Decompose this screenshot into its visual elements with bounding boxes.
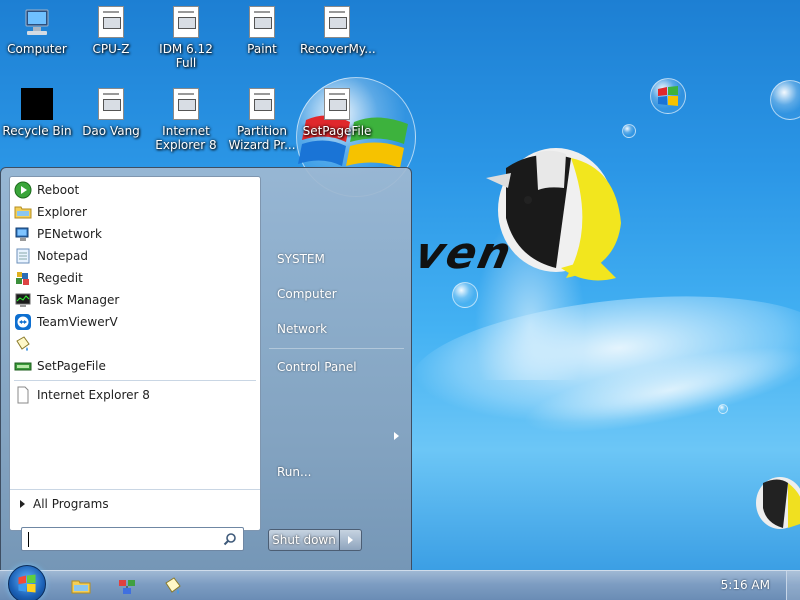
desktop-icon-recycle-bin[interactable]: Recycle Bin — [0, 88, 74, 138]
notepad-icon — [16, 248, 30, 264]
windows-logo-icon — [18, 574, 36, 593]
small-fish-illustration — [756, 477, 800, 529]
desktop-icon-cpu-z[interactable]: CPU-Z — [74, 6, 148, 56]
start-item-label: Reboot — [37, 183, 80, 197]
start-item-task-manager[interactable]: Task Manager — [10, 289, 260, 311]
regedit-icon — [16, 272, 29, 285]
start-right-system[interactable]: SYSTEM — [277, 252, 325, 266]
file-icon — [95, 88, 127, 120]
bubble-decoration — [452, 282, 478, 308]
all-programs-button[interactable]: All Programs — [10, 489, 260, 517]
chevron-right-icon[interactable] — [394, 432, 399, 440]
show-desktop-button[interactable] — [786, 571, 800, 600]
paint-bucket-icon — [16, 336, 30, 351]
desktop-icon-setpagefile[interactable]: SetPageFile — [300, 88, 374, 138]
teamviewer-icon — [15, 314, 31, 330]
desktop-icon-label: Computer — [7, 42, 67, 56]
start-item-label: SetPageFile — [37, 359, 106, 373]
file-icon — [170, 88, 202, 120]
start-menu: Reboot Explorer PENetwork Notepad Regedi… — [0, 167, 412, 571]
desktop-icon-label: CPU-Z — [92, 42, 130, 56]
start-item-paint-bucket[interactable] — [10, 333, 260, 355]
start-item-penetwork[interactable]: PENetwork — [10, 223, 260, 245]
all-programs-label: All Programs — [33, 496, 109, 511]
start-item-teamviewer[interactable]: TeamViewerV — [10, 311, 260, 333]
start-item-regedit[interactable]: Regedit — [10, 267, 260, 289]
desktop-icon-dao-vang[interactable]: Dao Vang — [74, 88, 148, 138]
start-item-label: TeamViewerV — [37, 315, 118, 329]
paint-bucket-icon[interactable] — [163, 576, 183, 596]
desktop-icon-computer[interactable]: Computer — [0, 6, 74, 56]
start-item-label: Regedit — [37, 271, 83, 285]
desktop-icon-label: Paint — [247, 42, 277, 56]
start-right-computer[interactable]: Computer — [277, 287, 337, 301]
start-item-notepad[interactable]: Notepad — [10, 245, 260, 267]
desktop-icon-idm[interactable]: IDM 6.12 Full — [149, 6, 223, 70]
file-icon — [321, 88, 353, 120]
desktop-icon-paint[interactable]: Paint — [225, 6, 299, 56]
file-icon — [17, 386, 29, 404]
desktop-icon-internet-explorer[interactable]: Internet Explorer 8 — [149, 88, 223, 152]
start-item-explorer[interactable]: Explorer — [10, 201, 260, 223]
shutdown-options-chevron-icon[interactable] — [340, 529, 362, 551]
desktop-icon-label: Internet Explorer 8 — [155, 124, 217, 152]
desktop-icon-label: Recycle Bin — [2, 124, 72, 138]
taskbar: 5:16 AM — [0, 565, 800, 600]
computer-icon — [21, 6, 53, 38]
taskbar-clock[interactable]: 5:16 AM — [721, 578, 770, 592]
bubble-decoration — [622, 124, 636, 138]
start-search-input[interactable] — [21, 527, 244, 551]
recycle-bin-icon — [21, 88, 53, 120]
start-right-run[interactable]: Run... — [277, 465, 311, 479]
desktop-icon-label: IDM 6.12 Full — [159, 42, 213, 70]
file-icon — [170, 6, 202, 38]
windows-logo-icon — [658, 86, 678, 106]
bubble-decoration — [770, 80, 800, 120]
file-icon — [95, 6, 127, 38]
desktop-icon-label: RecoverMy... — [300, 42, 376, 56]
divider — [269, 348, 404, 349]
start-right-network[interactable]: Network — [277, 322, 327, 336]
folder-icon[interactable] — [71, 576, 91, 596]
file-icon — [246, 6, 278, 38]
shutdown-control: Shut down — [268, 529, 362, 551]
start-menu-programs-pane: Reboot Explorer PENetwork Notepad Regedi… — [9, 176, 261, 531]
start-item-label: Internet Explorer 8 — [37, 388, 150, 402]
desktop-icon-partition-wizard[interactable]: Partition Wizard Pr... — [225, 88, 299, 152]
search-icon[interactable] — [223, 532, 237, 546]
start-item-label: Task Manager — [37, 293, 120, 307]
desktop-icon-recovermy[interactable]: RecoverMy... — [300, 6, 376, 56]
start-button[interactable] — [8, 565, 46, 600]
desktop-icon-label: Partition Wizard Pr... — [228, 124, 296, 152]
reboot-icon — [14, 181, 32, 199]
start-item-reboot[interactable]: Reboot — [10, 179, 260, 201]
start-item-internet-explorer[interactable]: Internet Explorer 8 — [10, 384, 260, 406]
fish-illustration — [486, 148, 621, 281]
chevron-right-icon — [20, 499, 25, 508]
text-cursor — [28, 532, 29, 547]
start-right-control-panel[interactable]: Control Panel — [277, 360, 357, 374]
bubble-decoration — [718, 404, 728, 414]
task-manager-icon — [15, 293, 31, 307]
file-icon — [321, 6, 353, 38]
start-item-label: PENetwork — [37, 227, 102, 241]
shutdown-button[interactable]: Shut down — [268, 529, 340, 551]
folder-icon — [14, 206, 32, 219]
setpagefile-icon — [14, 362, 32, 371]
file-icon — [246, 88, 278, 120]
start-item-label: Notepad — [37, 249, 88, 263]
network-icon — [15, 227, 29, 241]
network-icon[interactable] — [117, 576, 137, 596]
desktop-icon-label: SetPageFile — [302, 124, 372, 138]
start-item-label: Explorer — [37, 205, 87, 219]
start-item-setpagefile[interactable]: SetPageFile — [10, 355, 260, 377]
divider — [14, 380, 256, 381]
desktop-icon-label: Dao Vang — [82, 124, 140, 138]
